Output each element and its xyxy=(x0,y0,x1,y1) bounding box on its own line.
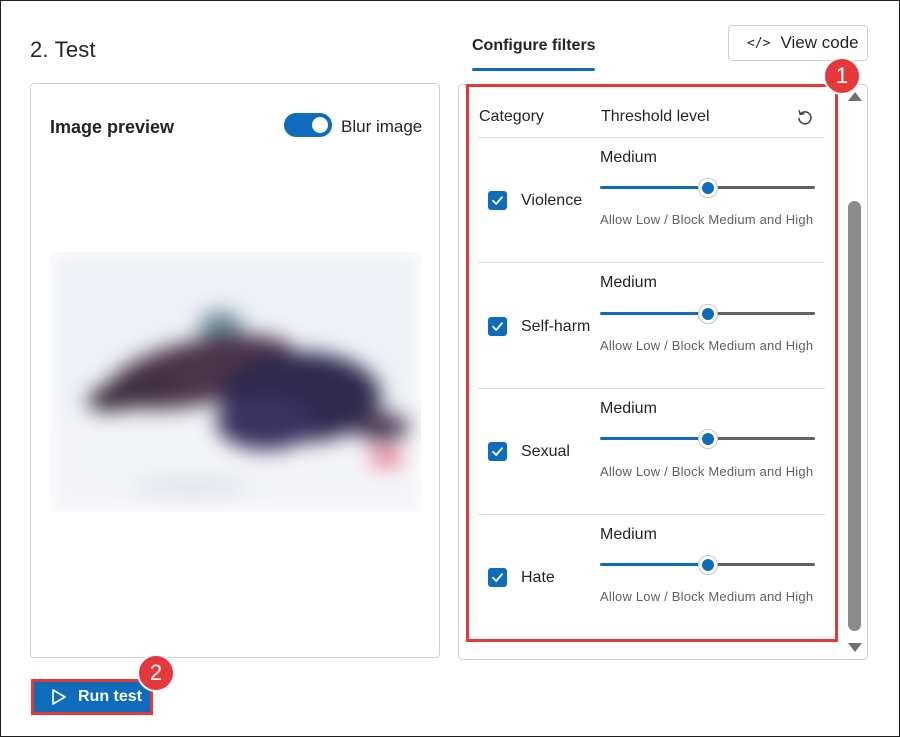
checkmark-icon xyxy=(492,196,503,205)
threshold-description: Allow Low / Block Medium and High xyxy=(600,212,814,227)
slider-track-filled xyxy=(600,563,708,566)
filter-row-hate: Medium Hate Allow Low / Block Medium and… xyxy=(478,516,825,636)
view-code-button[interactable]: </> View code xyxy=(728,25,868,61)
filter-row-self-harm: Medium Self-harm Allow Low / Block Mediu… xyxy=(478,264,825,389)
row-divider xyxy=(478,514,825,515)
play-icon xyxy=(52,689,66,705)
tab-configure-filters[interactable]: Configure filters xyxy=(472,37,596,55)
image-preview-card: Image preview Blur image xyxy=(30,83,440,658)
threshold-level-label: Medium xyxy=(600,274,657,291)
row-divider xyxy=(478,388,825,389)
hate-threshold-slider[interactable] xyxy=(600,555,815,575)
checkmark-icon xyxy=(492,447,503,456)
filter-row-sexual: Medium Sexual Allow Low / Block Medium a… xyxy=(478,390,825,515)
slider-thumb[interactable] xyxy=(698,555,718,575)
slider-track-rest xyxy=(708,312,815,315)
checkmark-icon xyxy=(492,322,503,331)
category-label: Sexual xyxy=(521,443,570,460)
checkmark-icon xyxy=(492,573,503,582)
slider-track-filled xyxy=(600,437,708,440)
slider-thumb[interactable] xyxy=(698,178,718,198)
callout-badge-1: 1 xyxy=(823,57,861,95)
violence-threshold-slider[interactable] xyxy=(600,178,815,198)
violence-checkbox[interactable] xyxy=(488,191,507,210)
blur-image-toggle[interactable] xyxy=(284,113,332,137)
sexual-threshold-slider[interactable] xyxy=(600,429,815,449)
view-code-label: View code xyxy=(780,33,859,52)
slider-track-rest xyxy=(708,437,815,440)
slider-track-filled xyxy=(600,312,708,315)
threshold-level-label: Medium xyxy=(600,149,657,166)
reset-icon[interactable] xyxy=(795,108,815,128)
threshold-level-label: Medium xyxy=(600,400,657,417)
self-harm-checkbox[interactable] xyxy=(488,317,507,336)
category-label: Violence xyxy=(521,192,583,209)
hate-checkbox[interactable] xyxy=(488,568,507,587)
tab-selected-indicator xyxy=(472,68,595,71)
row-divider xyxy=(478,262,825,263)
scrollbar-thumb[interactable] xyxy=(848,201,861,631)
section-title: 2. Test xyxy=(30,37,96,62)
scroll-down-arrow[interactable] xyxy=(848,643,862,652)
toggle-knob xyxy=(312,117,328,133)
slider-track-filled xyxy=(600,186,708,189)
threshold-description: Allow Low / Block Medium and High xyxy=(600,338,814,353)
slider-thumb[interactable] xyxy=(698,304,718,324)
code-icon: </> xyxy=(747,35,771,51)
image-preview-title: Image preview xyxy=(50,117,175,137)
category-label: Self-harm xyxy=(521,318,591,335)
sexual-checkbox[interactable] xyxy=(488,442,507,461)
slider-track-rest xyxy=(708,563,815,566)
scroll-up-arrow[interactable] xyxy=(848,92,862,101)
slider-track-rest xyxy=(708,186,815,189)
blurred-preview-image xyxy=(51,252,421,512)
self-harm-threshold-slider[interactable] xyxy=(600,304,815,324)
column-header-category: Category xyxy=(479,108,544,125)
threshold-description: Allow Low / Block Medium and High xyxy=(600,464,814,479)
callout-badge-2: 2 xyxy=(137,654,175,692)
column-header-threshold: Threshold level xyxy=(601,108,710,125)
filter-row-violence: Medium Violence Allow Low / Block Medium… xyxy=(478,138,825,263)
slider-thumb[interactable] xyxy=(698,429,718,449)
run-test-button[interactable]: Run test xyxy=(31,679,153,715)
threshold-level-label: Medium xyxy=(600,526,657,543)
run-test-label: Run test xyxy=(78,688,142,705)
blur-image-label: Blur image xyxy=(341,117,423,136)
category-label: Hate xyxy=(521,569,555,586)
threshold-description: Allow Low / Block Medium and High xyxy=(600,589,814,604)
